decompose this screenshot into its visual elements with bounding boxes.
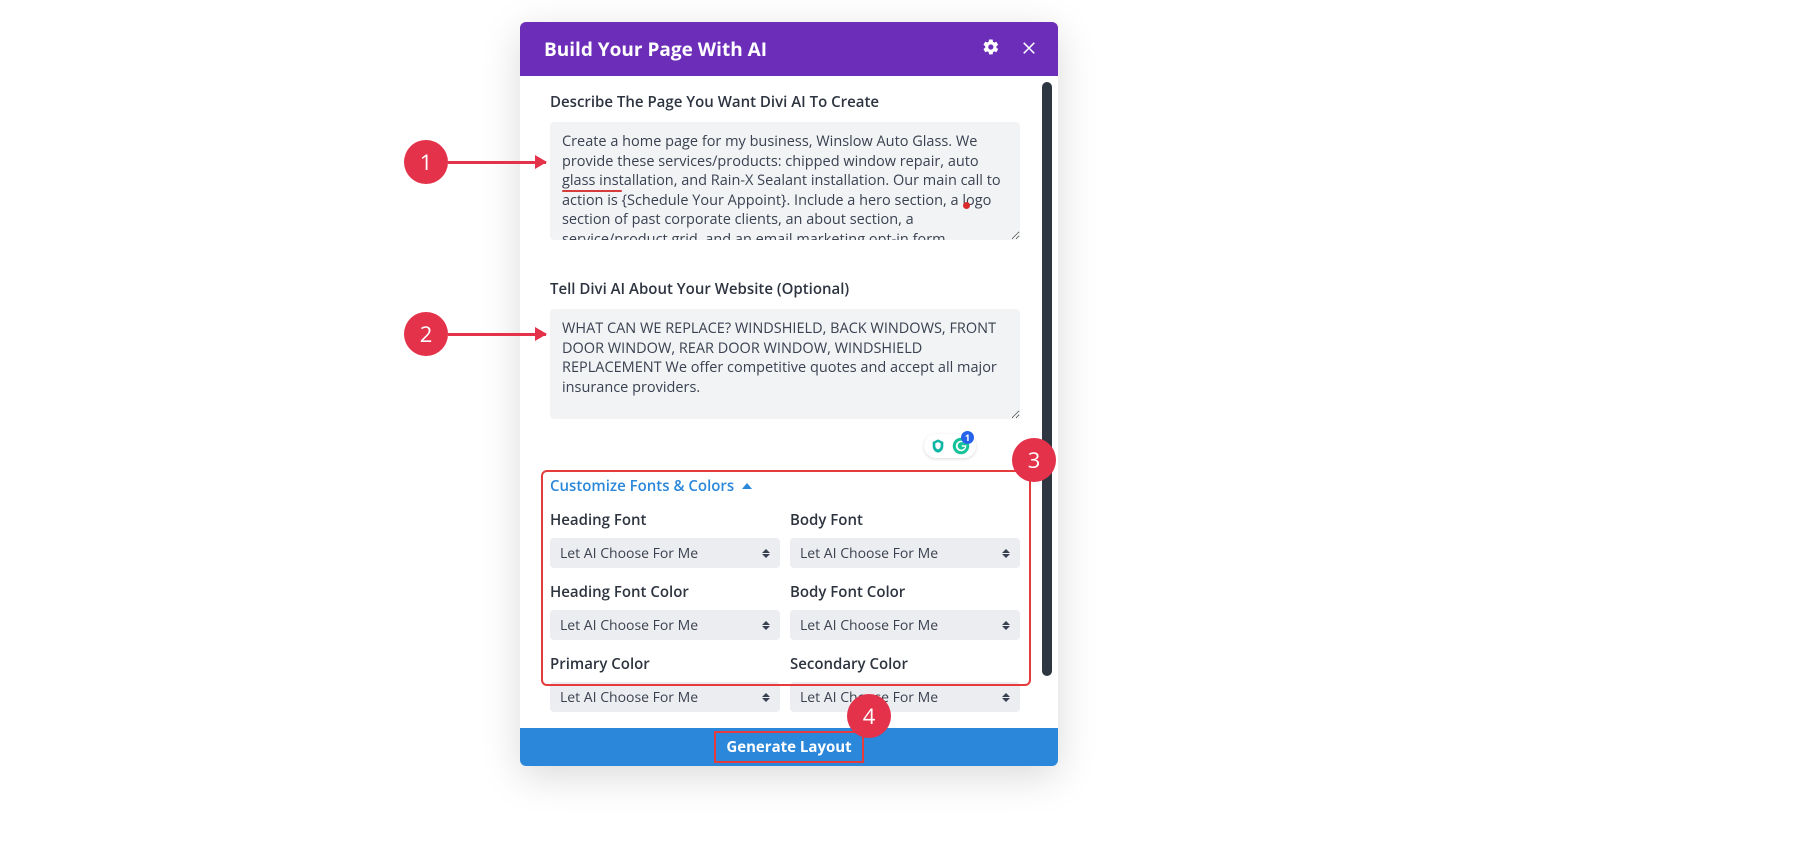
arrow-icon [448, 161, 546, 164]
about-label: Tell Divi AI About Your Website (Optiona… [550, 279, 1042, 299]
select-chevron-icon [1002, 621, 1010, 630]
select-chevron-icon [1002, 549, 1010, 558]
shield-icon [930, 438, 946, 454]
describe-label: Describe The Page You Want Divi AI To Cr… [550, 92, 1042, 112]
scrollbar[interactable] [1042, 82, 1052, 676]
heading-font-value: Let AI Choose For Me [560, 544, 698, 563]
error-dot-icon [963, 202, 970, 209]
customize-options: Heading Font Let AI Choose For Me Body F… [550, 510, 1020, 728]
describe-input[interactable] [550, 122, 1020, 240]
heading-font-color-select[interactable]: Let AI Choose For Me [550, 610, 780, 640]
body-font-value: Let AI Choose For Me [800, 544, 938, 563]
callout-2: 2 [404, 312, 546, 356]
modal-header: Build Your Page With AI [520, 22, 1058, 76]
gear-icon[interactable] [982, 38, 1000, 61]
grammarly-g-wrap: 1 [952, 437, 970, 455]
primary-color-group: Primary Color Let AI Choose For Me [550, 654, 780, 712]
modal-body: Describe The Page You Want Divi AI To Cr… [520, 76, 1058, 728]
callout-1: 1 [404, 140, 546, 184]
body-font-color-select[interactable]: Let AI Choose For Me [790, 610, 1020, 640]
generate-layout-button[interactable]: Generate Layout [716, 733, 861, 761]
primary-color-label: Primary Color [550, 654, 780, 674]
select-chevron-icon [762, 621, 770, 630]
describe-wrap [550, 122, 1020, 279]
heading-font-label: Heading Font [550, 510, 780, 530]
select-chevron-icon [1002, 693, 1010, 702]
chevron-up-icon [742, 483, 752, 489]
callout-badge-3: 3 [1012, 438, 1056, 482]
ai-builder-modal: Build Your Page With AI Describe The Pag… [520, 22, 1058, 766]
body-font-label: Body Font [790, 510, 1020, 530]
arrow-icon [448, 333, 546, 336]
close-icon[interactable] [1020, 38, 1038, 61]
grammarly-badge: 1 [961, 431, 974, 444]
secondary-color-select[interactable]: Let AI Choose For Me [790, 682, 1020, 712]
about-wrap: 1 [550, 309, 1020, 474]
body-font-color-label: Body Font Color [790, 582, 1020, 602]
heading-font-group: Heading Font Let AI Choose For Me [550, 510, 780, 568]
select-chevron-icon [762, 693, 770, 702]
about-input[interactable] [550, 309, 1020, 419]
heading-font-color-group: Heading Font Color Let AI Choose For Me [550, 582, 780, 640]
callout-badge-1: 1 [404, 140, 448, 184]
callout-badge-2: 2 [404, 312, 448, 356]
modal-footer: Generate Layout [520, 728, 1058, 766]
secondary-color-group: Secondary Color Let AI Choose For Me [790, 654, 1020, 712]
select-chevron-icon [762, 549, 770, 558]
primary-color-select[interactable]: Let AI Choose For Me [550, 682, 780, 712]
body-font-color-group: Body Font Color Let AI Choose For Me [790, 582, 1020, 640]
header-actions [982, 38, 1038, 61]
body-font-color-value: Let AI Choose For Me [800, 616, 938, 635]
heading-font-select[interactable]: Let AI Choose For Me [550, 538, 780, 568]
modal-title: Build Your Page With AI [544, 36, 767, 62]
heading-font-color-value: Let AI Choose For Me [560, 616, 698, 635]
customize-toggle[interactable]: Customize Fonts & Colors [550, 476, 752, 496]
customize-label: Customize Fonts & Colors [550, 476, 734, 496]
spellcheck-underline [562, 190, 622, 192]
body-font-group: Body Font Let AI Choose For Me [790, 510, 1020, 568]
primary-color-value: Let AI Choose For Me [560, 688, 698, 707]
grammarly-widget[interactable]: 1 [924, 434, 976, 458]
heading-font-color-label: Heading Font Color [550, 582, 780, 602]
body-font-select[interactable]: Let AI Choose For Me [790, 538, 1020, 568]
secondary-color-label: Secondary Color [790, 654, 1020, 674]
callout-badge-4: 4 [847, 694, 891, 738]
